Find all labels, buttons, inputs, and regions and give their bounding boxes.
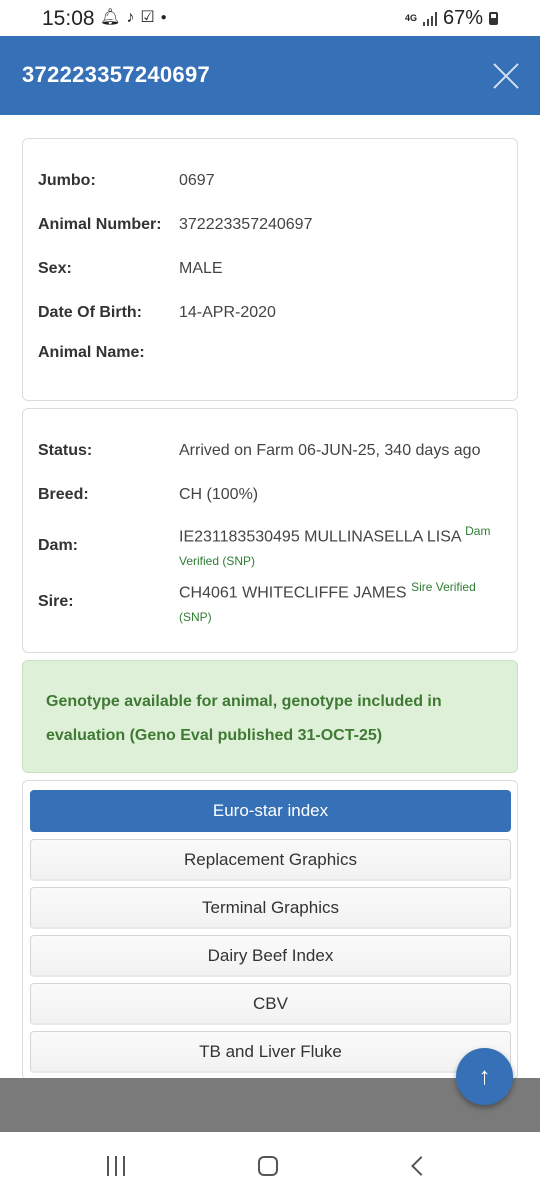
- sex-value: MALE: [179, 260, 223, 277]
- animal-name-label: Animal Name:: [38, 344, 145, 361]
- system-status: 4G 67%: [405, 7, 498, 30]
- jumbo-label: Jumbo:: [38, 172, 96, 189]
- dob-row: Date Of Birth: 14-APR-2020: [38, 301, 505, 325]
- identity-card: Jumbo: 0697 Animal Number: 3722233572406…: [22, 138, 518, 401]
- sire-verified-method: (SNP): [179, 610, 212, 625]
- sex-row: Sex: MALE: [38, 257, 505, 281]
- sire-value: CH4061 WHITECLIFFE JAMES: [179, 584, 407, 602]
- system-nav-bar: [0, 1132, 540, 1200]
- home-icon[interactable]: [258, 1156, 278, 1176]
- dam-verified-method: Verified (SNP): [179, 554, 256, 569]
- back-icon[interactable]: [411, 1156, 431, 1176]
- scroll-to-top-button[interactable]: ↑: [456, 1048, 513, 1105]
- notification-icons: 🔔︎ ♪ ☑ ●: [100, 9, 167, 27]
- sire-verified-tag: Sire Verified: [411, 580, 476, 594]
- animal-number-label: Animal Number:: [38, 216, 162, 233]
- arrow-up-icon: ↑: [478, 1062, 491, 1090]
- jumbo-value: 0697: [179, 172, 215, 189]
- dam-verified-tag: Dam: [465, 524, 491, 538]
- dam-value: IE231183530495 MULLINASELLA LISA: [179, 528, 461, 546]
- sire-row: Sire: CH4061 WHITECLIFFE JAMES Sire Veri…: [38, 575, 505, 629]
- menu-item-tb-liver-fluke[interactable]: TB and Liver Fluke: [30, 1031, 511, 1073]
- status-row: Status: Arrived on Farm 06-JUN-25, 340 d…: [38, 439, 505, 463]
- sire-value-block: CH4061 WHITECLIFFE JAMES Sire Verified (…: [179, 575, 476, 629]
- checkbox-icon: ☑: [140, 9, 155, 26]
- network-type: 4G: [404, 13, 417, 23]
- status-bar: 15:08 🔔︎ ♪ ☑ ● 4G 67%: [0, 0, 540, 36]
- dam-row: Dam: IE231183530495 MULLINASELLA LISA Da…: [38, 519, 505, 573]
- tiktok-icon: ♪: [126, 9, 135, 26]
- page-title: 372223357240697: [22, 62, 211, 87]
- animal-number-value: 372223357240697: [179, 216, 313, 233]
- battery-percent: 67%: [442, 7, 483, 29]
- genotype-alert: Genotype available for animal, genotype …: [22, 660, 518, 773]
- details-card: Status: Arrived on Farm 06-JUN-25, 340 d…: [22, 408, 518, 653]
- status-value: Arrived on Farm 06-JUN-25, 340 days ago: [179, 442, 481, 459]
- breed-value: CH (100%): [179, 486, 259, 503]
- genotype-alert-line2: evaluation (Geno Eval published 31-OCT-2…: [46, 727, 383, 744]
- sire-label: Sire:: [38, 593, 74, 611]
- jumbo-row: Jumbo: 0697: [38, 169, 505, 193]
- animal-name-row: Animal Name:: [38, 344, 505, 362]
- dot-icon: ●: [160, 12, 167, 23]
- menu-item-dairy-beef-index[interactable]: Dairy Beef Index: [30, 935, 511, 977]
- menu-item-terminal-graphics[interactable]: Terminal Graphics: [30, 887, 511, 929]
- menu-item-replacement-graphics[interactable]: Replacement Graphics: [30, 839, 511, 881]
- dob-value: 14-APR-2020: [179, 304, 276, 321]
- sex-label: Sex:: [38, 260, 72, 277]
- app-bar: 372223357240697: [0, 36, 540, 115]
- status-time: 15:08: [42, 7, 95, 30]
- dam-value-block: IE231183530495 MULLINASELLA LISA Dam Ver…: [179, 519, 490, 573]
- close-icon[interactable]: [492, 62, 520, 90]
- breed-row: Breed: CH (100%): [38, 483, 505, 507]
- genotype-alert-line1: Genotype available for animal, genotype …: [46, 693, 442, 710]
- battery-icon: [489, 12, 498, 25]
- bell-icon: 🔔︎: [100, 9, 121, 26]
- menu-item-cbv[interactable]: CBV: [30, 983, 511, 1025]
- animal-number-row: Animal Number: 372223357240697: [38, 213, 505, 237]
- signal-icon: [422, 11, 437, 26]
- dob-label: Date Of Birth:: [38, 304, 142, 321]
- status-label: Status:: [38, 442, 93, 459]
- dam-label: Dam:: [38, 537, 79, 555]
- recent-apps-icon[interactable]: [107, 1156, 125, 1176]
- index-menu: Euro-star index Replacement Graphics Ter…: [22, 780, 518, 1080]
- menu-item-euro-star-index[interactable]: Euro-star index: [30, 790, 511, 832]
- breed-label: Breed:: [38, 486, 89, 503]
